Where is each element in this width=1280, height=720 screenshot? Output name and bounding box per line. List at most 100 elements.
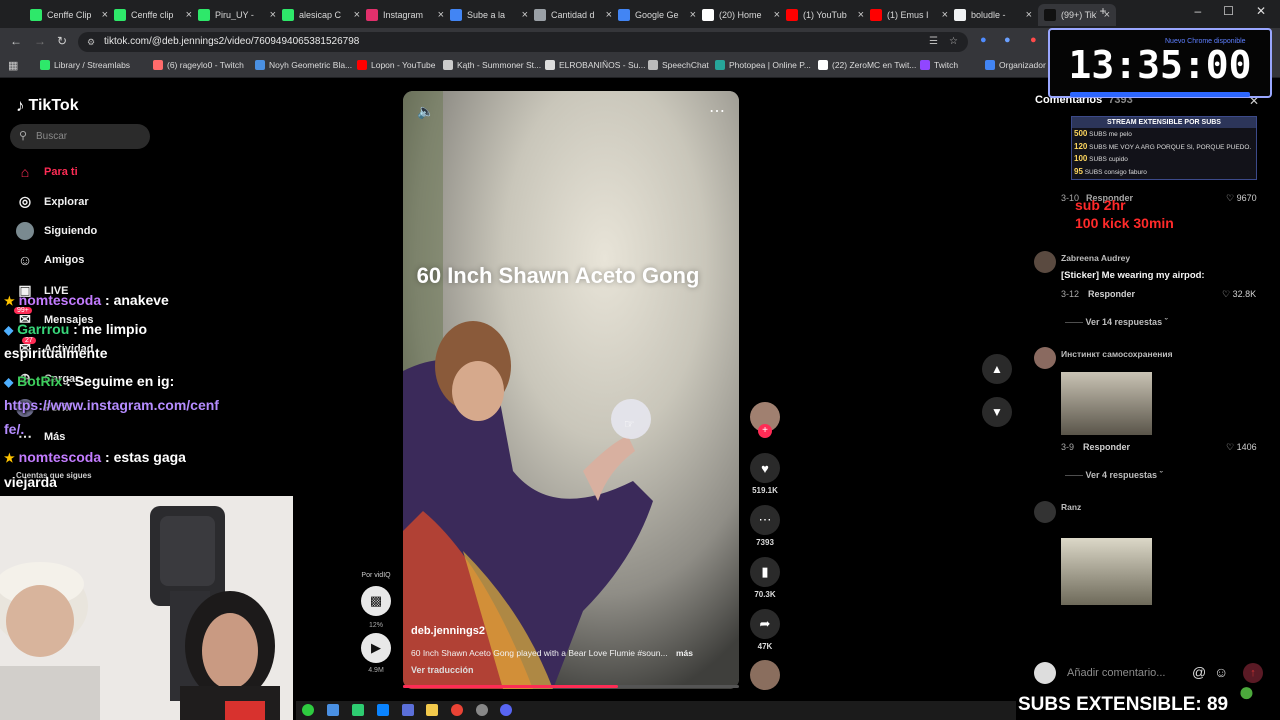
- nav-for-you[interactable]: ⌂ Para ti: [16, 164, 78, 180]
- comment-likes[interactable]: ♡ 32.8K: [1222, 289, 1256, 300]
- close-tab-icon[interactable]: ×: [354, 9, 360, 21]
- emoji-icon[interactable]: ☺: [1214, 664, 1228, 680]
- taskbar-app-icon[interactable]: [476, 704, 488, 716]
- tab-label: Google Ge: [635, 10, 679, 20]
- extension-icon-3[interactable]: ●: [1030, 34, 1037, 46]
- view-replies-link[interactable]: —— Ver 4 respuestas ˇ: [1065, 470, 1163, 480]
- nav-following[interactable]: Siguiendo: [16, 222, 97, 240]
- reload-icon[interactable]: ↻: [57, 34, 67, 48]
- translate-link[interactable]: Ver traducción: [411, 665, 474, 675]
- bookmark-item[interactable]: Twitch: [920, 60, 958, 70]
- close-window-icon[interactable]: ✕: [1256, 4, 1266, 18]
- chrome-icon[interactable]: [451, 704, 463, 716]
- bookmark-item[interactable]: Lopon - YouTube: [357, 60, 435, 70]
- extension-icon-2[interactable]: ●: [1004, 34, 1011, 46]
- browser-tab[interactable]: alesicap C ×: [282, 4, 360, 26]
- like-number: 1406: [1236, 442, 1257, 452]
- nav-friends[interactable]: ☺ Amigos: [16, 252, 85, 268]
- comment-author[interactable]: Zabreena Audrey: [1061, 253, 1130, 263]
- bookmark-item[interactable]: ELROBANIÑOS - Su...: [545, 60, 645, 70]
- vidiq-play-button[interactable]: ▶: [361, 633, 391, 663]
- close-tab-icon[interactable]: ×: [774, 9, 780, 21]
- music-disc-button[interactable]: [750, 660, 780, 690]
- video-more-icon[interactable]: ⋯: [709, 101, 725, 121]
- address-bar[interactable]: ⚙ tiktok.com/@deb.jennings2/video/760949…: [78, 32, 968, 52]
- browser-tab[interactable]: Cenffe Clip ×: [30, 4, 108, 26]
- browser-tab[interactable]: Cantidad d ×: [534, 4, 612, 26]
- comment-button[interactable]: ⋯ 7393: [750, 505, 780, 547]
- bookmark-item[interactable]: Kąth - Summoner St...: [443, 60, 541, 70]
- browser-tab[interactable]: Sube a la ×: [450, 4, 528, 26]
- comment-author[interactable]: Инстинкт самосохранения: [1061, 349, 1173, 359]
- apps-grid-icon[interactable]: ▦: [8, 59, 18, 72]
- close-tab-icon[interactable]: ×: [606, 9, 612, 21]
- taskbar-app-icon[interactable]: [402, 704, 414, 716]
- taskbar-app-icon[interactable]: [327, 704, 339, 716]
- nav-explore[interactable]: ◎ Explorar: [16, 193, 89, 210]
- comment-avatar[interactable]: [1034, 501, 1056, 523]
- site-info-icon[interactable]: ⚙: [87, 32, 95, 52]
- browser-tab[interactable]: Piru_UY - ×: [198, 4, 276, 26]
- bookmark-item[interactable]: (6) rageylo0 - Twitch: [153, 60, 244, 70]
- minimize-icon[interactable]: –: [1194, 4, 1201, 18]
- maximize-icon[interactable]: ☐: [1223, 4, 1234, 18]
- volume-icon[interactable]: 🔈: [417, 103, 434, 120]
- vidiq-stats-button[interactable]: ▩: [361, 586, 391, 616]
- discord-icon[interactable]: [500, 704, 512, 716]
- close-tab-icon[interactable]: ×: [270, 9, 276, 21]
- browser-tab[interactable]: (1) Emus I ×: [870, 4, 948, 26]
- comment-likes[interactable]: ♡ 9670: [1226, 193, 1257, 204]
- close-tab-icon[interactable]: ×: [858, 9, 864, 21]
- bookmark-item[interactable]: Library / Streamlabs: [40, 60, 130, 70]
- video-author[interactable]: deb.jennings2: [411, 625, 485, 637]
- view-replies-text: Ver 14 respuestas: [1085, 317, 1163, 327]
- video-player[interactable]: 🔈 ⋯ ☞ deb.jennings2 60 Inch Shawn Aceto …: [403, 91, 739, 689]
- browser-tab[interactable]: (20) Home ×: [702, 4, 780, 26]
- comment-author[interactable]: Ranz: [1061, 502, 1081, 512]
- view-replies-link[interactable]: —— Ver 14 respuestas ˇ: [1065, 317, 1168, 327]
- mention-icon[interactable]: @: [1192, 664, 1206, 680]
- browser-tab[interactable]: Cenffe clip ×: [114, 4, 192, 26]
- close-tab-icon[interactable]: ×: [438, 9, 444, 21]
- bookmark-item[interactable]: Photopea | Online P...: [715, 60, 811, 70]
- taskbar-app-icon[interactable]: [377, 704, 389, 716]
- share-button[interactable]: ➦ 47K: [750, 609, 780, 651]
- bookmark-item[interactable]: SpeechChat: [648, 60, 709, 70]
- taskbar-app-icon[interactable]: [352, 704, 364, 716]
- close-tab-icon[interactable]: ×: [690, 9, 696, 21]
- follow-plus-icon[interactable]: +: [758, 424, 772, 438]
- author-avatar-button[interactable]: +: [750, 402, 780, 438]
- nav-label: Explorar: [44, 195, 89, 208]
- previous-video-button[interactable]: ▲: [982, 354, 1012, 384]
- browser-tab[interactable]: Google Ge ×: [618, 4, 696, 26]
- caption-more-link[interactable]: más: [676, 648, 693, 658]
- close-tab-icon[interactable]: ×: [186, 9, 192, 21]
- folder-icon[interactable]: [426, 704, 438, 716]
- close-tab-icon[interactable]: ×: [102, 9, 108, 21]
- taskbar-app-icon[interactable]: [302, 704, 314, 716]
- tiktok-logo[interactable]: ♪ TikTok: [16, 96, 79, 116]
- browser-tab[interactable]: Instagram ×: [366, 4, 444, 26]
- next-video-button[interactable]: ▼: [982, 397, 1012, 427]
- close-tab-icon[interactable]: ×: [942, 9, 948, 21]
- bookmark-item[interactable]: (22) ZeroMC en Twit...: [818, 60, 916, 70]
- comment-avatar[interactable]: [1034, 251, 1056, 273]
- reply-button[interactable]: Responder: [1083, 442, 1130, 452]
- browser-tab[interactable]: (1) YouTub ×: [786, 4, 864, 26]
- comment-likes[interactable]: ♡ 1406: [1226, 442, 1257, 453]
- comment-avatar[interactable]: [1034, 347, 1056, 369]
- new-tab-icon[interactable]: +: [1099, 4, 1106, 18]
- bookmark-star-icon[interactable]: ☆: [949, 32, 958, 52]
- forward-icon[interactable]: →: [34, 34, 46, 48]
- bookmark-item[interactable]: Noyh Geometric Bla...: [255, 60, 352, 70]
- save-button[interactable]: ▮ 70.3K: [750, 557, 780, 599]
- reply-button[interactable]: Responder: [1088, 289, 1135, 299]
- search-input[interactable]: ⚲ Buscar: [10, 124, 150, 149]
- back-icon[interactable]: ←: [10, 34, 22, 48]
- close-tab-icon[interactable]: ×: [522, 9, 528, 21]
- translate-icon[interactable]: ☰: [929, 32, 938, 52]
- browser-tab[interactable]: boludle - ×: [954, 4, 1032, 26]
- close-tab-icon[interactable]: ×: [1026, 9, 1032, 21]
- extension-icon[interactable]: ●: [980, 34, 987, 46]
- like-button[interactable]: ♥ 519.1K: [750, 453, 780, 495]
